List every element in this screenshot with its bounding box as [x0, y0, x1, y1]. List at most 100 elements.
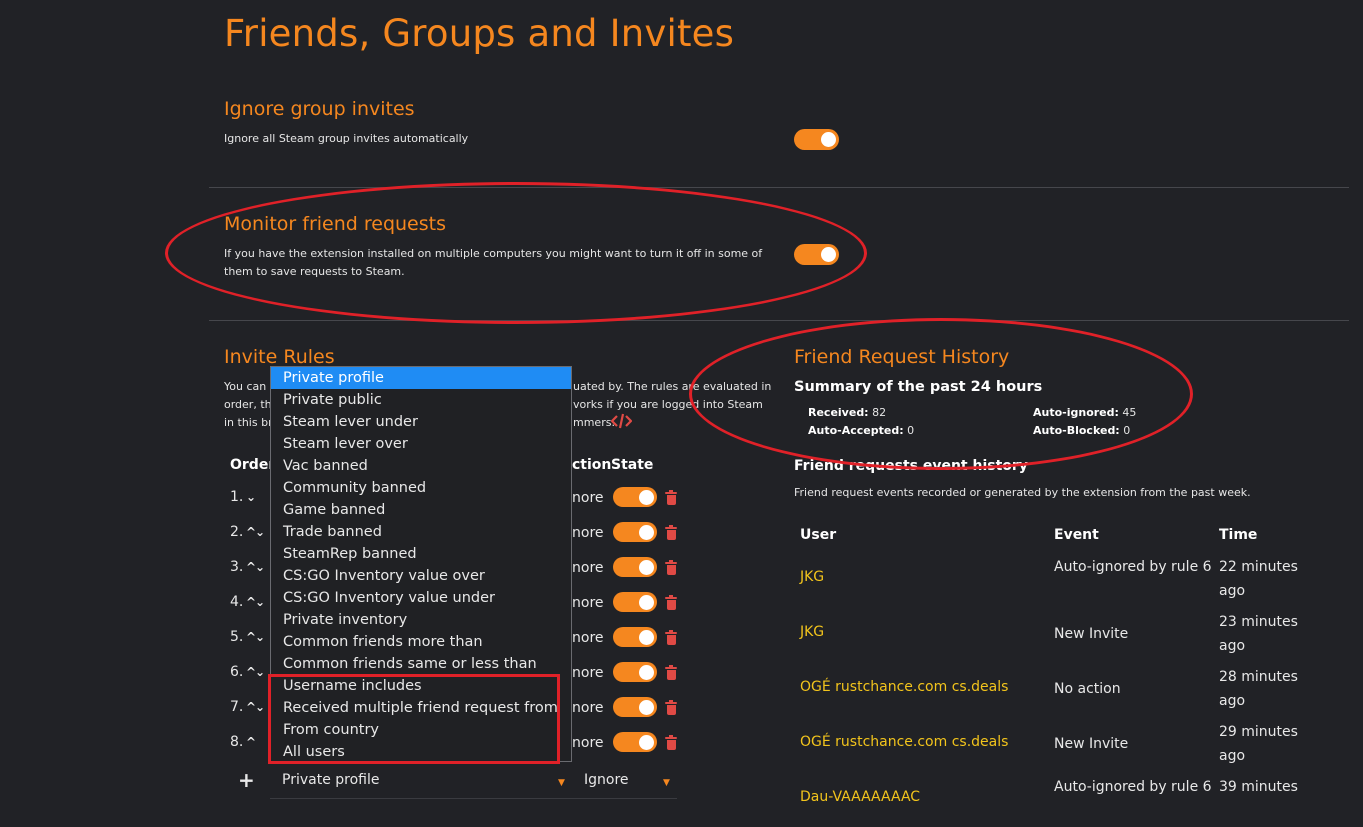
rule-state-toggle[interactable] — [613, 732, 657, 752]
history-user-link[interactable]: OGÉ rustchance.com cs.deals — [800, 679, 1008, 695]
annotation-box-options — [268, 674, 560, 764]
dropdown-option[interactable]: Private inventory — [271, 609, 571, 631]
rule-action[interactable]: nore — [572, 560, 604, 576]
rule-action[interactable]: nore — [572, 700, 604, 716]
dropdown-option[interactable]: Trade banned — [271, 521, 571, 543]
rule-state-toggle[interactable] — [613, 697, 657, 717]
ignore-group-title: Ignore group invites — [224, 98, 415, 120]
chevron-down-icon: ▼ — [558, 778, 565, 788]
history-row: OGÉ rustchance.com cs.deals No action 28 m… — [790, 665, 1350, 717]
trash-icon[interactable] — [665, 560, 677, 575]
rule-state-toggle[interactable] — [613, 557, 657, 577]
trash-icon[interactable] — [665, 700, 677, 715]
annotation-ellipse-history — [689, 318, 1193, 470]
dropdown-option[interactable]: Community banned — [271, 477, 571, 499]
rule-action[interactable]: nore — [572, 525, 604, 541]
dropdown-option[interactable]: Steam lever under — [271, 411, 571, 433]
history-event: New Invite — [1054, 626, 1129, 642]
history-time: 29 minutes ago — [1219, 724, 1298, 764]
rule-move-arrows[interactable]: ^⌄ — [246, 700, 265, 714]
history-user-link[interactable]: JKG — [800, 624, 824, 640]
history-time: 23 minutes ago — [1219, 614, 1298, 654]
divider — [209, 320, 1349, 321]
rule-action[interactable]: nore — [572, 665, 604, 681]
dropdown-option[interactable]: Common friends same or less than — [271, 653, 571, 675]
invite-rules-title: Invite Rules — [224, 346, 335, 368]
history-time: 22 minutes ago — [1219, 559, 1298, 599]
rule-order-number: 2. — [230, 524, 244, 540]
trash-icon[interactable] — [665, 490, 677, 505]
rule-state-toggle[interactable] — [613, 522, 657, 542]
new-rule-action-value: Ignore — [584, 772, 629, 788]
history-time: 39 minutes — [1219, 779, 1298, 795]
rule-move-arrows[interactable]: ^⌄ — [246, 525, 265, 539]
trash-icon[interactable] — [665, 525, 677, 540]
rule-move-arrows[interactable]: ^⌄ — [246, 595, 265, 609]
col-action: ction — [572, 457, 612, 473]
invite-rules-desc-3b: mmers. — [573, 416, 615, 429]
add-rule-button[interactable]: + — [238, 768, 255, 792]
history-row: JKG Auto-ignored by rule 6 22 minutes ago — [790, 555, 1350, 607]
rule-order-number: 5. — [230, 629, 244, 645]
invite-rules-desc-2: order, th — [224, 398, 272, 411]
rule-action[interactable]: nore — [572, 595, 604, 611]
col-user: User — [800, 527, 837, 543]
dropdown-option[interactable]: Game banned — [271, 499, 571, 521]
dropdown-option[interactable]: Private public — [271, 389, 571, 411]
rule-state-toggle[interactable] — [613, 592, 657, 612]
rule-move-arrows[interactable]: ^⌄ — [246, 560, 265, 574]
history-event: Auto-ignored by rule 6 — [1054, 559, 1212, 575]
trash-icon[interactable] — [665, 665, 677, 680]
rule-order-number: 8. — [230, 734, 244, 750]
dropdown-option[interactable]: Private profile — [271, 367, 571, 389]
history-row: Dau-VAAAAAAAC Auto-ignored by rule 6 39 mi… — [790, 775, 1350, 827]
rule-move-arrows[interactable]: ^⌄ — [246, 630, 265, 644]
rule-action[interactable]: nore — [572, 490, 604, 506]
dropdown-option[interactable]: CS:GO Inventory value over — [271, 565, 571, 587]
dropdown-option[interactable]: SteamRep banned — [271, 543, 571, 565]
rule-move-arrows[interactable]: ⌄ — [246, 490, 256, 504]
ignore-group-desc: Ignore all Steam group invites automatic… — [224, 132, 469, 145]
history-user-link[interactable]: JKG — [800, 569, 824, 585]
history-row: OGÉ rustchance.com cs.deals New Invite 29 … — [790, 720, 1350, 772]
invite-rules-desc-3: in this br — [224, 416, 273, 429]
new-rule-action-select[interactable]: Ignore ▼ — [574, 768, 677, 799]
history-event: Auto-ignored by rule 6 — [1054, 779, 1212, 795]
dropdown-option[interactable]: Common friends more than — [271, 631, 571, 653]
ignore-group-toggle[interactable] — [794, 129, 839, 150]
history-time: 28 minutes ago — [1219, 669, 1298, 709]
rule-move-arrows[interactable]: ^ — [246, 735, 256, 749]
rule-order-number: 3. — [230, 559, 244, 575]
trash-icon[interactable] — [665, 595, 677, 610]
code-icon[interactable] — [611, 413, 632, 429]
rule-state-toggle[interactable] — [613, 627, 657, 647]
rule-order-number: 1. — [230, 489, 244, 505]
history-user-link[interactable]: Dau-VAAAAAAAC — [800, 789, 920, 805]
history-event: No action — [1054, 681, 1121, 697]
dropdown-option[interactable]: CS:GO Inventory value under — [271, 587, 571, 609]
rule-order-number: 6. — [230, 664, 244, 680]
rule-order-number: 4. — [230, 594, 244, 610]
dropdown-option[interactable]: Vac banned — [271, 455, 571, 477]
page-title: Friends, Groups and Invites — [224, 12, 735, 55]
col-state: State — [611, 457, 654, 473]
dropdown-option[interactable]: Steam lever over — [271, 433, 571, 455]
events-desc: Friend request events recorded or genera… — [794, 486, 1251, 499]
col-time: Time — [1219, 527, 1258, 543]
history-user-link[interactable]: OGÉ rustchance.com cs.deals — [800, 734, 1008, 750]
rule-state-toggle[interactable] — [613, 662, 657, 682]
annotation-ellipse-monitor — [165, 182, 867, 324]
history-row: JKG New Invite 23 minutes ago — [790, 610, 1350, 662]
new-rule-condition-value: Private profile — [282, 772, 380, 788]
trash-icon[interactable] — [665, 735, 677, 750]
rule-move-arrows[interactable]: ^⌄ — [246, 665, 265, 679]
history-event: New Invite — [1054, 736, 1129, 752]
new-rule-condition-select[interactable]: Private profile ▼ — [270, 768, 574, 799]
rule-action[interactable]: nore — [572, 735, 604, 751]
col-event: Event — [1054, 527, 1099, 543]
rule-state-toggle[interactable] — [613, 487, 657, 507]
col-order: Order — [230, 457, 276, 473]
trash-icon[interactable] — [665, 630, 677, 645]
rule-action[interactable]: nore — [572, 630, 604, 646]
chevron-down-icon: ▼ — [663, 778, 670, 788]
